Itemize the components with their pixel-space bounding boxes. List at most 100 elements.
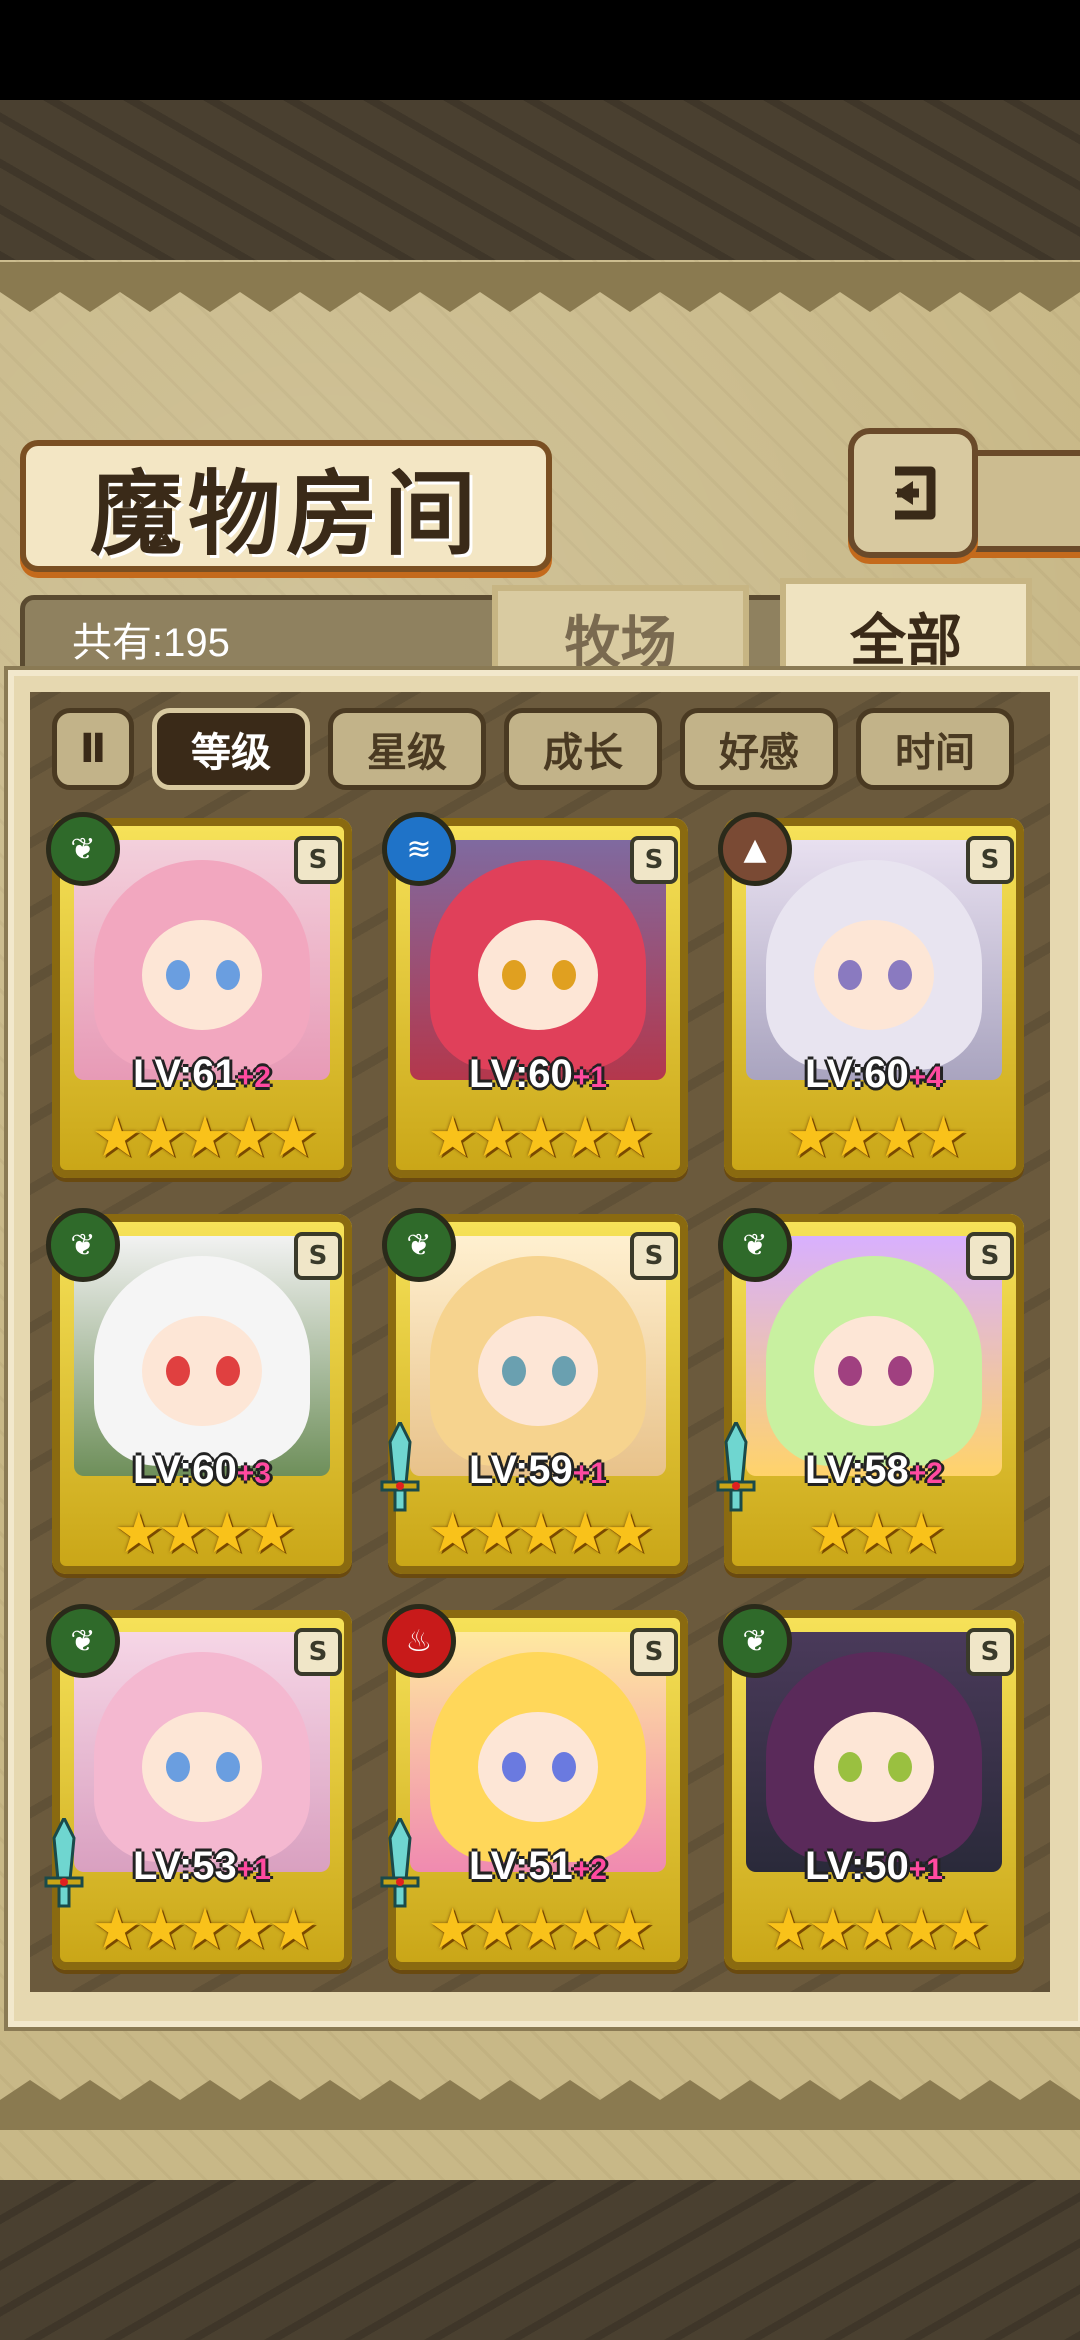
sort-star-button[interactable]: 星级 — [328, 708, 486, 790]
monster-right-eye — [216, 960, 240, 990]
map-background-bottom — [0, 2180, 1080, 2340]
tab-ranch-label: 牧场 — [564, 610, 677, 676]
monster-portrait — [410, 1236, 666, 1476]
monster-card[interactable]: ❦ S LV:61+2 ★★★★★ — [46, 812, 352, 1178]
zigzag-border-top — [0, 262, 1080, 312]
monster-left-eye — [166, 1752, 190, 1782]
tab-all-label: 全部 — [850, 608, 962, 674]
sort-time-label: 时间 — [895, 730, 975, 776]
monster-left-eye — [838, 1752, 862, 1782]
monster-left-eye — [166, 1356, 190, 1386]
monster-level: LV:53+1 — [52, 1844, 352, 1889]
sort-growth-label: 成长 — [543, 730, 623, 776]
monster-portrait — [74, 1236, 330, 1476]
monster-right-eye — [216, 1752, 240, 1782]
sort-order-toggle-button[interactable]: Ⅱ — [52, 708, 134, 790]
monster-face — [478, 1712, 598, 1822]
monster-level: LV:61+2 — [52, 1052, 352, 1097]
level-value: LV:60 — [133, 1448, 237, 1492]
monster-level: LV:51+2 — [388, 1844, 688, 1889]
sort-star-label: 星级 — [367, 730, 447, 776]
monster-card[interactable]: ❦ S LV:53+1 ★★★★★ — [44, 1604, 352, 1970]
enhance-plus: +2 — [908, 1457, 943, 1490]
return-arrow-icon — [895, 466, 936, 520]
monster-card[interactable]: ▲ S LV:60+4 ★★★★ — [718, 812, 1024, 1178]
water-element-icon: ≋ — [382, 812, 456, 886]
enhance-plus: +1 — [572, 1061, 607, 1094]
star-rating: ★★★ — [807, 1501, 947, 1566]
rank-badge: S — [294, 1628, 342, 1676]
page-title-plate: 魔物房间 — [20, 440, 552, 572]
status-bar — [0, 0, 1080, 100]
monster-left-eye — [502, 1752, 526, 1782]
monster-right-eye — [888, 1752, 912, 1782]
monster-card[interactable]: ❦ S LV:50+1 ★★★★★ — [718, 1604, 1024, 1970]
grass-element-icon: ❦ — [46, 812, 120, 886]
monster-portrait — [74, 840, 330, 1080]
monster-left-eye — [502, 1356, 526, 1386]
monster-right-eye — [552, 1356, 576, 1386]
grass-element-icon: ❦ — [718, 1604, 792, 1678]
grass-element-icon: ❦ — [382, 1208, 456, 1282]
rank-badge: S — [966, 1232, 1014, 1280]
level-value: LV:53 — [133, 1844, 237, 1888]
monster-card[interactable]: ♨ S LV:51+2 ★★★★★ — [380, 1604, 688, 1970]
back-button[interactable] — [848, 428, 978, 558]
level-value: LV:60 — [805, 1052, 909, 1096]
monster-face — [814, 1316, 934, 1426]
earth-element-icon: ▲ — [718, 812, 792, 886]
level-value: LV:51 — [469, 1844, 573, 1888]
star-rating: ★★★★★ — [91, 1897, 318, 1962]
monster-portrait — [74, 1632, 330, 1872]
rank-badge: S — [966, 836, 1014, 884]
monster-face — [142, 1316, 262, 1426]
monster-portrait — [410, 840, 666, 1080]
monster-level: LV:50+1 — [724, 1844, 1024, 1889]
level-value: LV:61 — [133, 1052, 237, 1096]
monster-level: LV:59+1 — [388, 1448, 688, 1493]
star-rating: ★★★★ — [785, 1105, 969, 1170]
grass-element-icon: ❦ — [46, 1208, 120, 1282]
monster-portrait — [746, 840, 1002, 1080]
level-value: LV:58 — [805, 1448, 909, 1492]
enhance-plus: +1 — [572, 1457, 607, 1490]
enhance-plus: +2 — [572, 1853, 607, 1886]
rank-badge: S — [294, 836, 342, 884]
sort-growth-button[interactable]: 成长 — [504, 708, 662, 790]
monster-portrait — [410, 1632, 666, 1872]
monster-face — [478, 920, 598, 1030]
sort-level-label: 等级 — [191, 730, 271, 776]
sort-affection-button[interactable]: 好感 — [680, 708, 838, 790]
monster-right-eye — [888, 1356, 912, 1386]
monster-card[interactable]: ≋ S LV:60+1 ★★★★★ — [382, 812, 688, 1178]
grass-element-icon: ❦ — [718, 1208, 792, 1282]
star-rating: ★★★★★ — [91, 1105, 318, 1170]
monster-level: LV:58+2 — [724, 1448, 1024, 1493]
monster-level: LV:60+1 — [388, 1052, 688, 1097]
monster-card[interactable]: ❦ S LV:59+1 ★★★★★ — [380, 1208, 688, 1574]
level-value: LV:50 — [805, 1844, 909, 1888]
star-rating: ★★★★ — [113, 1501, 297, 1566]
monster-card[interactable]: ❦ S LV:60+3 ★★★★ — [46, 1208, 352, 1574]
sort-time-button[interactable]: 时间 — [856, 708, 1014, 790]
sort-level-button[interactable]: 等级 — [152, 708, 310, 790]
rank-badge: S — [294, 1232, 342, 1280]
monster-portrait — [746, 1236, 1002, 1476]
star-rating: ★★★★★ — [427, 1897, 654, 1962]
star-rating: ★★★★★ — [763, 1897, 990, 1962]
monster-left-eye — [166, 960, 190, 990]
enhance-plus: +4 — [908, 1061, 943, 1094]
fire-element-icon: ♨ — [382, 1604, 456, 1678]
enhance-plus: +2 — [236, 1061, 271, 1094]
grass-element-icon: ❦ — [46, 1604, 120, 1678]
monster-face — [478, 1316, 598, 1426]
monster-right-eye — [552, 1752, 576, 1782]
level-value: LV:60 — [469, 1052, 573, 1096]
level-value: LV:59 — [469, 1448, 573, 1492]
monster-face — [814, 920, 934, 1030]
monster-right-eye — [888, 960, 912, 990]
monster-left-eye — [838, 1356, 862, 1386]
monster-card[interactable]: ❦ S LV:58+2 ★★★ — [716, 1208, 1024, 1574]
enhance-plus: +3 — [236, 1457, 271, 1490]
sort-affection-label: 好感 — [719, 730, 799, 776]
